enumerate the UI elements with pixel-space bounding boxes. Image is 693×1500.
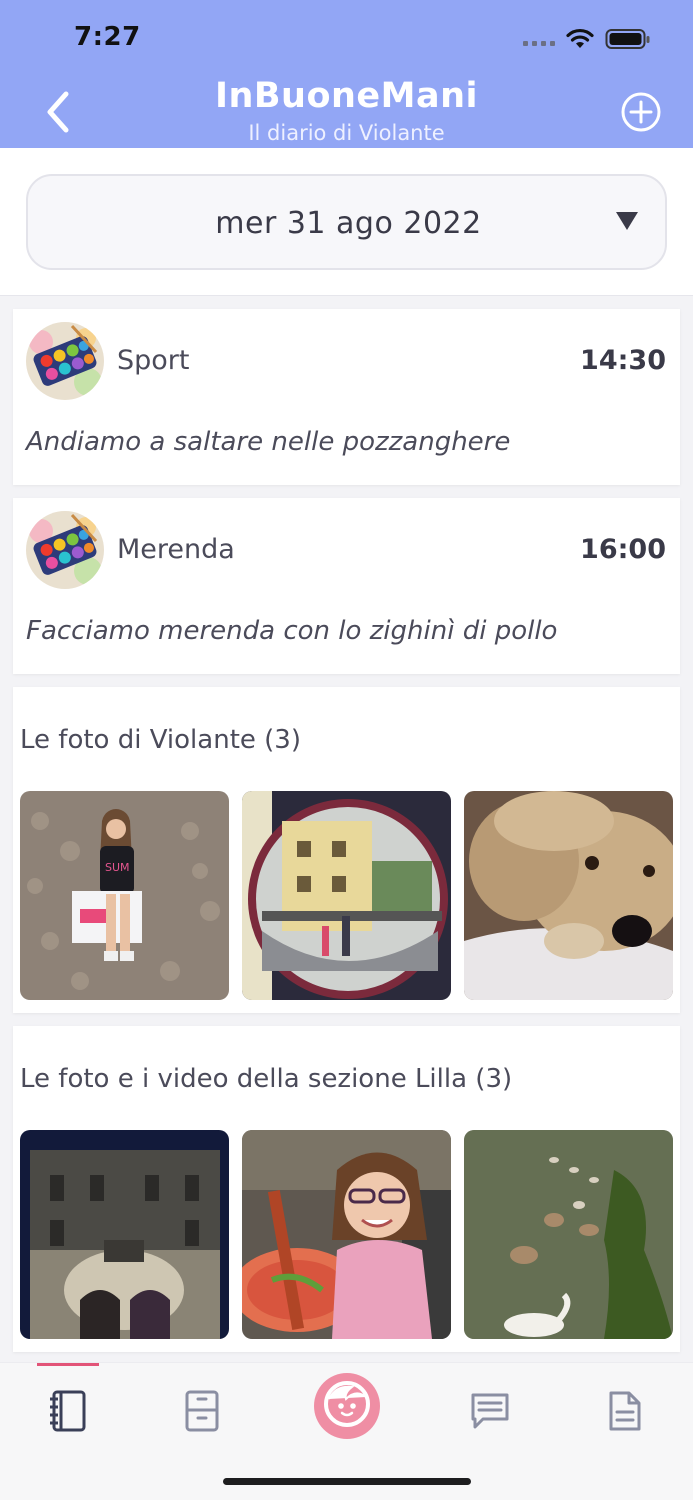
photo-row: [20, 1130, 673, 1339]
tab-document[interactable]: [595, 1383, 655, 1443]
photo-section-lilla: Le foto e i video della sezione Lilla (3…: [13, 1026, 680, 1352]
photo-thumbnail[interactable]: SUM: [20, 791, 229, 1000]
photo-thumbnail[interactable]: [242, 791, 451, 1000]
tab-chat[interactable]: [460, 1383, 520, 1443]
photo-thumbnail[interactable]: [464, 791, 673, 1000]
photo-section-title: Le foto di Violante (3): [20, 725, 301, 755]
paint-palette-avatar: [26, 322, 104, 400]
document-icon: [607, 1390, 643, 1436]
photo-thumbnail[interactable]: [242, 1130, 451, 1339]
tab-diary[interactable]: [38, 1383, 98, 1443]
photo-thumbnail[interactable]: [464, 1130, 673, 1339]
photo-row: SUM: [20, 791, 673, 1000]
photo-thumbnail[interactable]: [20, 1130, 229, 1339]
event-note: Facciamo merenda con lo zighinì di pollo: [26, 616, 558, 646]
photo-section-title: Le foto e i video della sezione Lilla (3…: [20, 1064, 513, 1094]
event-time: 14:30: [580, 345, 666, 376]
event-title: Sport: [117, 345, 190, 376]
paint-palette-avatar: [26, 511, 104, 589]
tab-locker[interactable]: [172, 1383, 232, 1443]
app-header: 7:27 InBuoneMani Il diario di Violante: [0, 0, 693, 148]
add-circle-icon[interactable]: [619, 90, 663, 134]
event-title: Merenda: [117, 534, 235, 565]
locker-icon: [184, 1390, 220, 1436]
tab-child[interactable]: [314, 1373, 380, 1439]
wifi-icon: [565, 28, 595, 50]
status-time: 7:27: [74, 22, 141, 52]
svg-text:SUM: SUM: [105, 861, 130, 874]
event-card[interactable]: Sport 14:30 Andiamo a saltare nelle pozz…: [13, 309, 680, 485]
triangle-down-icon: [615, 210, 639, 232]
date-selector-area: mer 31 ago 2022: [0, 148, 693, 296]
status-icons: [523, 28, 651, 50]
battery-icon: [605, 28, 651, 50]
page-title: InBuoneMani: [214, 76, 479, 116]
event-note: Andiamo a saltare nelle pozzanghere: [26, 427, 511, 457]
photo-section-violante: Le foto di Violante (3) SUM: [13, 687, 680, 1013]
chat-icon: [469, 1391, 511, 1435]
child-face-icon: [322, 1379, 372, 1433]
signal-icon: [523, 32, 555, 46]
page-subtitle: Il diario di Violante: [248, 121, 445, 145]
active-tab-indicator: [37, 1363, 99, 1366]
home-indicator[interactable]: [223, 1478, 471, 1485]
diary-icon: [48, 1389, 88, 1437]
event-time: 16:00: [580, 534, 666, 565]
event-card[interactable]: Merenda 16:00 Facciamo merenda con lo zi…: [13, 498, 680, 674]
date-dropdown[interactable]: mer 31 ago 2022: [26, 174, 667, 270]
date-value: mer 31 ago 2022: [215, 206, 482, 241]
